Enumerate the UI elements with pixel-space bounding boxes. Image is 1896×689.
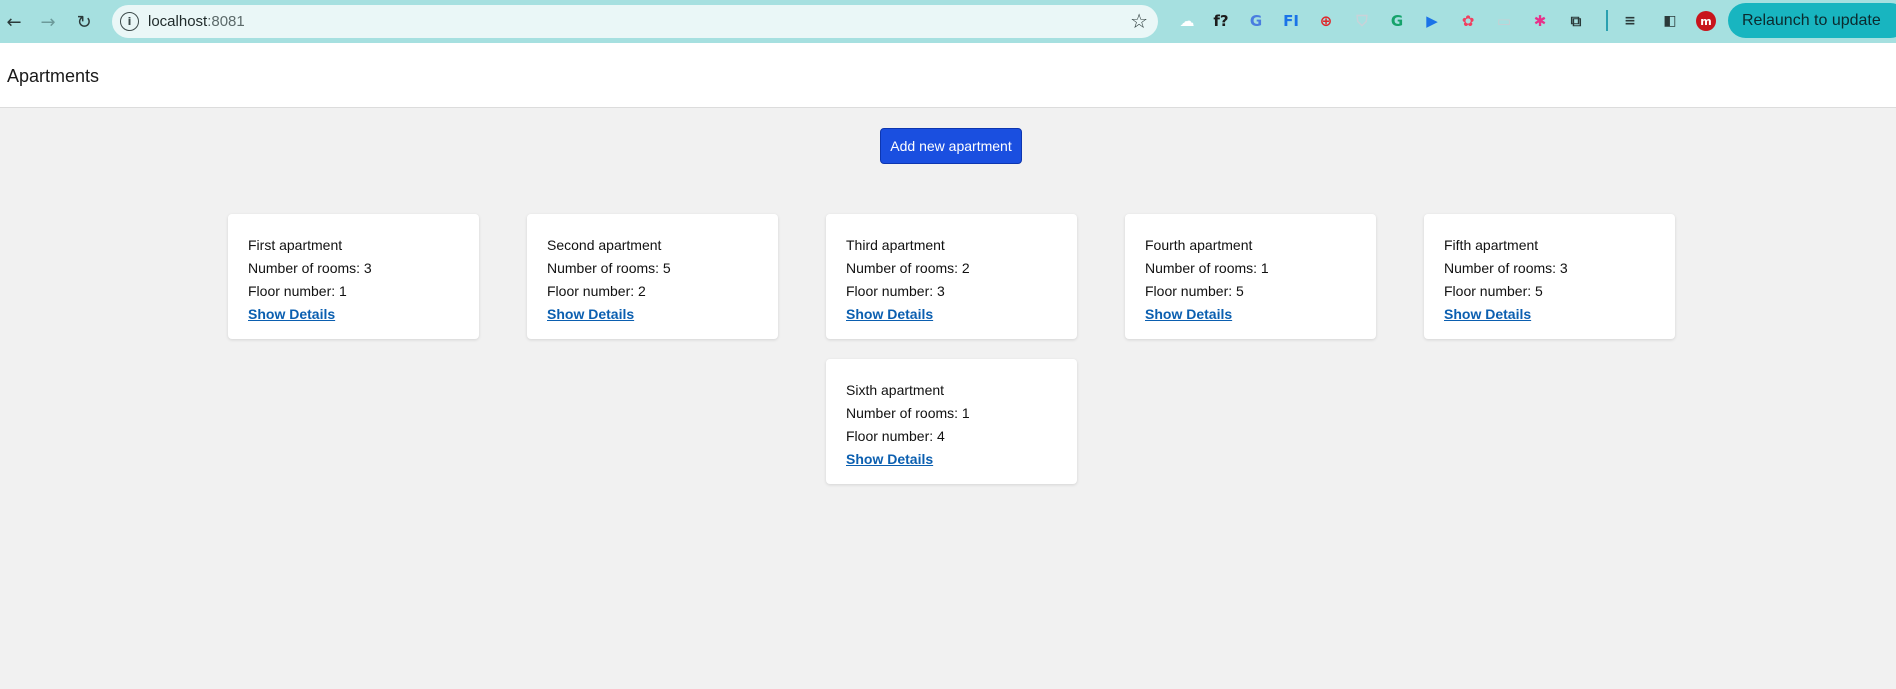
apartment-floor: Floor number: 5 [1444, 283, 1543, 299]
formula-extension-icon[interactable]: f? [1211, 11, 1231, 31]
apartment-card: Sixth apartment Number of rooms: 1 Floor n… [826, 359, 1077, 484]
apartment-floor: Floor number: 3 [846, 283, 945, 299]
apartment-card: First apartment Number of rooms: 3 Floor n… [228, 214, 479, 339]
site-info-icon[interactable]: i [120, 12, 139, 31]
show-details-link[interactable]: Show Details [1145, 303, 1232, 326]
apartment-rooms: Number of rooms: 3 [1444, 260, 1568, 276]
apartment-rooms: Number of rooms: 1 [1145, 260, 1269, 276]
address-bar[interactable]: i localhost:8081 ☆ [112, 5, 1158, 38]
gray-extension-icon[interactable]: ▭ [1494, 11, 1514, 31]
apartment-floor: Floor number: 4 [846, 428, 945, 444]
apartment-floor: Floor number: 2 [547, 283, 646, 299]
translate-extension-icon[interactable]: G [1246, 11, 1266, 31]
show-details-link[interactable]: Show Details [547, 303, 634, 326]
forward-arrow-icon[interactable]: → [34, 8, 62, 36]
red-extension-icon[interactable]: ⊕ [1316, 11, 1336, 31]
apartment-name: First apartment [248, 237, 343, 253]
back-arrow-icon[interactable]: ← [0, 8, 28, 36]
show-details-link[interactable]: Show Details [846, 303, 933, 326]
apartment-name: Second apartment [547, 237, 662, 253]
shield-extension-icon[interactable]: ⛉ [1352, 11, 1372, 31]
apartment-floor: Floor number: 5 [1145, 283, 1244, 299]
profile-avatar[interactable]: m [1696, 11, 1716, 31]
cloud-extension-icon[interactable]: ☁ [1177, 11, 1197, 31]
apartment-rooms: Number of rooms: 2 [846, 260, 970, 276]
apartment-card: Third apartment Number of rooms: 2 Floor n… [826, 214, 1077, 339]
pink-extension-icon[interactable]: ✿ [1458, 11, 1478, 31]
media-queue-icon[interactable]: ≡ [1620, 11, 1640, 31]
relaunch-to-update-button[interactable]: Relaunch to update ⋮ [1728, 3, 1896, 38]
apartment-name: Fifth apartment [1444, 237, 1539, 253]
side-panel-icon[interactable]: ◧ [1660, 11, 1680, 31]
browser-toolbar: ← → ↻ i localhost:8081 ☆ ☁ f? G FI ⊕ ⛉ G ▶ ✿ ▭ ✱ ⧉ … [0, 0, 1896, 43]
apartment-card: Fourth apartment Number of rooms: 1 Floor … [1125, 214, 1376, 339]
show-details-link[interactable]: Show Details [846, 448, 933, 471]
apartment-rooms: Number of rooms: 5 [547, 260, 671, 276]
reload-icon[interactable]: ↻ [70, 8, 98, 36]
apartment-name: Fourth apartment [1145, 237, 1253, 253]
apartment-name: Sixth apartment [846, 382, 945, 398]
add-new-apartment-button[interactable]: Add new apartment [880, 128, 1022, 164]
apartment-rooms: Number of rooms: 3 [248, 260, 372, 276]
apartment-floor: Floor number: 1 [248, 283, 347, 299]
apartment-card: Second apartment Number of rooms: 5 Floor … [527, 214, 778, 339]
apartment-name: Third apartment [846, 237, 945, 253]
show-details-link[interactable]: Show Details [1444, 303, 1531, 326]
toolbar-divider [1606, 10, 1608, 31]
page-title: Apartments [7, 66, 100, 86]
grammarly-extension-icon[interactable]: G [1387, 11, 1407, 31]
address-url[interactable]: localhost:8081 [148, 13, 245, 30]
apartment-card: Fifth apartment Number of rooms: 3 Floor n… [1424, 214, 1675, 339]
bookmark-star-icon[interactable]: ☆ [1130, 9, 1148, 33]
show-details-link[interactable]: Show Details [248, 303, 335, 326]
more-menu-icon[interactable]: ⋮ [1891, 11, 1896, 30]
puzzle-extension-icon[interactable]: ⧉ [1566, 11, 1586, 31]
play-extension-icon[interactable]: ▶ [1422, 11, 1442, 31]
magenta-extension-icon[interactable]: ✱ [1530, 11, 1550, 31]
app-header: Apartments [0, 43, 1896, 108]
fi-extension-icon[interactable]: FI [1281, 11, 1301, 31]
apartment-rooms: Number of rooms: 1 [846, 405, 970, 421]
